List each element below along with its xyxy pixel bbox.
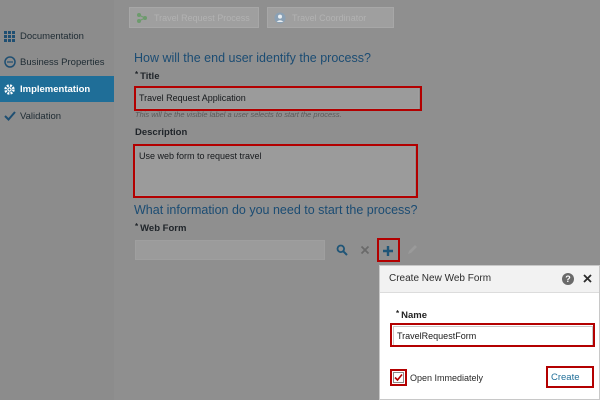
open-immediately-checkbox[interactable] <box>393 372 404 383</box>
description-textarea[interactable]: Use web form to request travel <box>135 145 415 196</box>
webform-label: * Web Form <box>135 222 187 234</box>
sidebar-item-implementation[interactable]: Implementation <box>0 76 114 102</box>
help-icon[interactable]: ? <box>562 273 574 285</box>
identify-heading: How will the end user identify the proce… <box>134 51 371 65</box>
create-button[interactable]: Create <box>551 372 580 383</box>
flow-icon <box>136 12 148 24</box>
required-marker: * <box>135 70 139 79</box>
check-icon <box>3 110 16 123</box>
close-icon <box>360 245 370 255</box>
close-dialog-button[interactable] <box>581 271 593 285</box>
pencil-icon <box>406 244 418 256</box>
sidebar-item-label: Validation <box>20 110 62 122</box>
title-label: * Title <box>135 70 160 82</box>
name-label: * Name <box>396 309 427 321</box>
start-heading: What information do you need to start th… <box>134 203 418 217</box>
description-label: Description <box>135 127 188 138</box>
checkmark-icon <box>394 373 403 382</box>
required-marker: * <box>135 222 139 231</box>
sidebar-item-label: Implementation <box>20 83 91 95</box>
gear-icon <box>3 83 16 96</box>
edit-webform-button[interactable] <box>403 241 421 259</box>
required-marker: * <box>396 309 400 318</box>
search-webform-button[interactable] <box>333 241 351 259</box>
process-button[interactable]: Travel Request Process <box>129 7 259 28</box>
sidebar-item-validation[interactable]: Validation <box>0 103 114 129</box>
process-button-label: Travel Request Process <box>154 12 250 23</box>
form-name-input[interactable]: TravelRequestForm <box>393 326 593 346</box>
chat-icon <box>3 56 16 69</box>
grid-icon <box>3 30 16 43</box>
sidebar: Documentation Business Properties Implem… <box>0 0 114 400</box>
title-hint: This will be the visible label a user se… <box>135 110 342 119</box>
open-immediately-label: Open Immediately <box>410 373 484 383</box>
add-webform-button[interactable] <box>378 240 398 261</box>
dialog-title: Create New Web Form <box>389 273 492 284</box>
dialog-header: Create New Web Form ? <box>380 266 599 293</box>
search-icon <box>336 244 348 256</box>
title-input[interactable]: Travel Request Application <box>135 87 419 109</box>
plus-icon <box>382 245 394 257</box>
sidebar-item-documentation[interactable]: Documentation <box>0 23 114 49</box>
coordinator-button[interactable]: Travel Coordinator <box>267 7 394 28</box>
user-icon <box>274 12 286 24</box>
sidebar-item-business-properties[interactable]: Business Properties <box>0 49 114 75</box>
sidebar-item-label: Business Properties <box>20 56 105 68</box>
clear-webform-button[interactable] <box>356 241 374 259</box>
create-web-form-dialog: Create New Web Form ? * Name TravelReques… <box>379 265 600 400</box>
sidebar-item-label: Documentation <box>20 30 84 42</box>
close-icon <box>582 273 592 283</box>
webform-input[interactable] <box>135 240 325 260</box>
coordinator-button-label: Travel Coordinator <box>292 12 367 23</box>
